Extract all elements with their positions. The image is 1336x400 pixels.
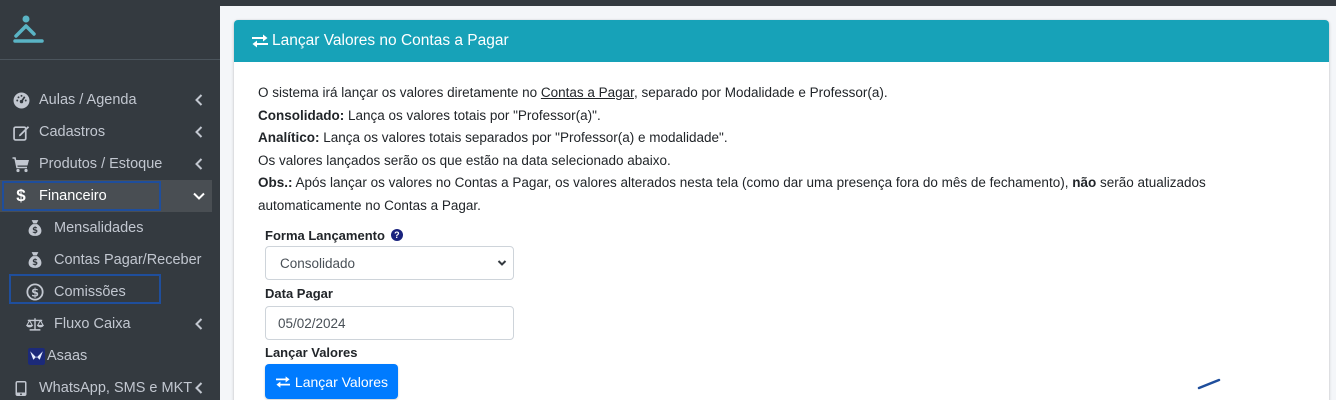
card-body: O sistema irá lançar os valores diretame… — [234, 62, 1329, 217]
data-pagar-label: Data Pagar — [265, 285, 333, 301]
forma-lancamento-select[interactable]: Consolidado — [265, 246, 514, 280]
dollar-icon: $ — [16, 186, 26, 205]
sidebar-item-label: Comissões — [54, 284, 126, 300]
chevron-left-icon — [192, 156, 206, 172]
question-circle-icon[interactable]: ? — [390, 229, 403, 241]
data-pagar-input[interactable]: 05/02/2024 — [265, 306, 514, 340]
balance-scale-icon — [26, 315, 44, 333]
mobile-icon — [12, 379, 30, 397]
sidebar-item-label: Mensalidades — [54, 220, 144, 236]
sidebar-item-asaas[interactable]: Asaas — [0, 340, 220, 372]
sidebar-item-label: WhatsApp, SMS e MKT — [39, 380, 193, 396]
chevron-left-icon — [192, 92, 206, 108]
sidebar-nav: Aulas / Agenda Cadastros Produtos / Esto… — [0, 84, 220, 400]
description-line-3: Analítico: Lança os valores totais separ… — [258, 130, 728, 145]
chevron-down-icon — [497, 257, 507, 272]
forma-lancamento-label: Forma Lançamento ? — [265, 225, 525, 245]
exchange-icon — [275, 375, 291, 389]
asaas-logo-icon — [27, 347, 45, 365]
sidebar-item-financeiro[interactable]: $ Financeiro — [0, 180, 212, 212]
sidebar-item-label: Fluxo Caixa — [54, 316, 131, 332]
description-obs: Obs.: Após lançar os valores no Contas a… — [258, 175, 1206, 213]
gauge-icon — [12, 91, 30, 109]
sidebar-item-whatsapp-sms-mkt[interactable]: WhatsApp, SMS e MKT — [0, 372, 220, 400]
lancar-valores-button[interactable]: Lançar Valores — [265, 364, 398, 399]
pen-annotation-mark — [1197, 378, 1221, 390]
sidebar-item-produtos-estoque[interactable]: Produtos / Estoque — [0, 148, 220, 180]
sidebar-item-contas-pagar-receber[interactable]: $ Contas Pagar/Receber — [0, 244, 220, 276]
brand-logo[interactable] — [0, 0, 220, 60]
description-line-2: Consolidado: Lança os valores totais por… — [258, 107, 601, 123]
card-title: Lançar Valores no Contas a Pagar — [272, 32, 509, 49]
sidebar-item-comissoes[interactable]: $ Comissões — [0, 276, 220, 308]
contas-a-pagar-link[interactable]: Contas a Pagar — [541, 85, 634, 100]
sidebar: Aulas / Agenda Cadastros Produtos / Esto… — [0, 0, 220, 400]
description-line-1: O sistema irá lançar os valores diretame… — [258, 85, 888, 100]
lancar-valores-label: Lançar Valores — [265, 344, 358, 360]
lancamento-form: Forma Lançamento ? Consolidado Data Paga… — [265, 225, 525, 399]
sidebar-item-cadastros[interactable]: Cadastros — [0, 116, 220, 148]
chevron-left-icon — [192, 124, 206, 140]
dollar-circle-icon: $ — [26, 283, 44, 301]
sidebar-item-label: Aulas / Agenda — [39, 92, 137, 108]
sidebar-item-mensalidades[interactable]: $ Mensalidades — [0, 212, 220, 244]
cart-icon — [12, 155, 30, 173]
description-line-4: Os valores lançados serão os que estão n… — [258, 152, 671, 168]
sidebar-item-label: Cadastros — [39, 124, 106, 140]
edit-icon — [12, 123, 30, 141]
chevron-down-icon — [192, 188, 206, 204]
lancar-valores-card: Lançar Valores no Contas a Pagar O siste… — [234, 20, 1329, 400]
top-navbar — [220, 0, 1336, 6]
sidebar-item-label: Produtos / Estoque — [39, 156, 163, 172]
sidebar-item-label: Financeiro — [39, 188, 107, 204]
sidebar-item-label: Asaas — [47, 348, 88, 364]
sidebar-item-fluxo-caixa[interactable]: Fluxo Caixa — [0, 308, 220, 340]
chevron-left-icon — [192, 380, 206, 396]
svg-text:$: $ — [32, 257, 38, 267]
svg-text:$: $ — [31, 286, 39, 299]
sidebar-item-label: Contas Pagar/Receber — [54, 252, 202, 268]
money-bag-icon: $ — [26, 251, 44, 269]
sidebar-item-aulas-agenda[interactable]: Aulas / Agenda — [0, 84, 220, 116]
card-header: Lançar Valores no Contas a Pagar — [234, 20, 1329, 62]
svg-text:$: $ — [32, 225, 38, 235]
money-bag-icon: $ — [26, 219, 44, 237]
exchange-icon — [251, 32, 269, 50]
chevron-left-icon — [192, 316, 206, 332]
logo-icon — [13, 15, 44, 43]
